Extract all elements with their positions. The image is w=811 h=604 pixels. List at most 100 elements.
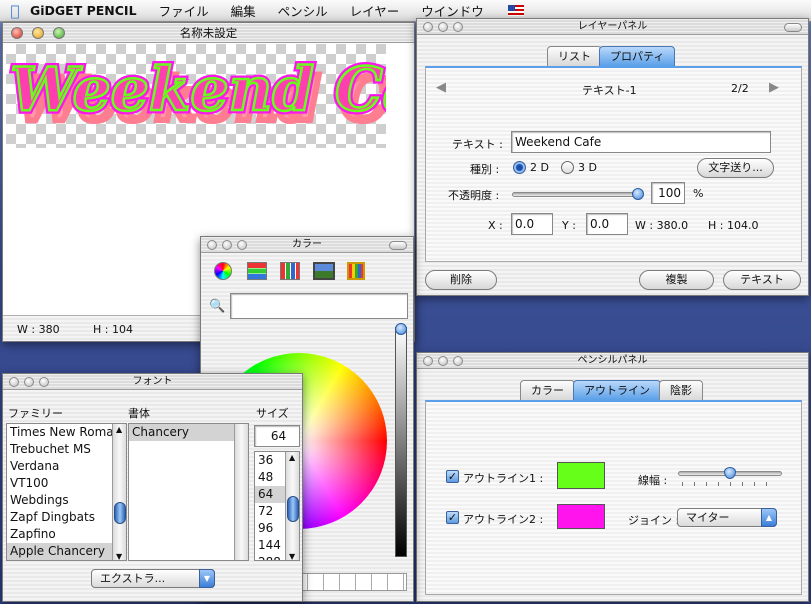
font-panel-titlebar[interactable]: フォント	[3, 374, 302, 390]
join-label: ジョイン :	[628, 514, 680, 527]
svg-text:Weekend Cafe: Weekend Cafe	[10, 55, 386, 125]
minimize-button[interactable]	[32, 27, 44, 39]
list-item[interactable]: Zapfino	[7, 526, 126, 543]
color-search-input[interactable]	[230, 293, 408, 319]
size-scrollbar[interactable]: ▲ ▼	[285, 452, 299, 560]
typeface-scrollbar[interactable]	[234, 424, 248, 560]
zoom-button[interactable]	[39, 377, 49, 387]
list-item[interactable]: Zapf Dingbats	[7, 509, 126, 526]
scroll-down-arrow-icon[interactable]: ▼	[116, 552, 122, 560]
tab-outline[interactable]: アウトライン	[573, 380, 661, 400]
close-button[interactable]	[207, 240, 217, 250]
list-item[interactable]: Trebuchet MS	[7, 441, 126, 458]
layer-index: 2/2	[731, 82, 749, 95]
text-input[interactable]: Weekend Cafe	[511, 131, 771, 153]
family-scrollbar[interactable]: ▲ ▼	[112, 424, 126, 560]
family-scroll-thumb[interactable]	[114, 502, 126, 524]
minimize-button[interactable]	[24, 377, 34, 387]
menu-file[interactable]: ファイル	[159, 1, 209, 20]
text-button[interactable]: テキスト	[723, 270, 801, 290]
list-item[interactable]: Webdings	[7, 492, 126, 509]
tab-shadow[interactable]: 陰影	[659, 380, 703, 400]
list-item[interactable]: Verdana	[7, 458, 126, 475]
next-layer-arrow-icon[interactable]: ▶	[769, 80, 779, 95]
color-wheel-icon[interactable]	[214, 262, 232, 280]
size-list[interactable]: 36 48 64 72 96 144 288 ▲ ▼	[254, 451, 300, 561]
zoom-button[interactable]	[453, 22, 463, 32]
list-item[interactable]: Times New Roman	[7, 424, 126, 441]
y-input[interactable]: 0.0	[586, 213, 628, 235]
opacity-slider-thumb[interactable]	[632, 188, 644, 200]
scroll-up-arrow-icon[interactable]: ▲	[289, 453, 295, 462]
zoom-button[interactable]	[53, 27, 65, 39]
text-field-label: テキスト :	[452, 138, 503, 151]
outline2-label: アウトライン2 :	[463, 513, 544, 526]
x-label: X :	[488, 219, 503, 232]
crayons-icon[interactable]	[347, 262, 365, 280]
pencil-panel-titlebar[interactable]: ペンシルパネル	[417, 353, 808, 369]
image-palette-icon[interactable]	[313, 262, 335, 280]
pencil-panel: ペンシルパネル カラー アウトライン 陰影 ✓ アウトライン1 : 線幅 : ✓…	[416, 352, 809, 602]
previous-layer-arrow-icon[interactable]: ◀	[436, 80, 446, 95]
outline1-checkbox[interactable]: ✓	[446, 470, 459, 483]
menu-pencil[interactable]: ペンシル	[278, 1, 328, 20]
x-input[interactable]: 0.0	[511, 213, 553, 235]
tab-color[interactable]: カラー	[520, 380, 575, 400]
size-input[interactable]: 64	[254, 425, 300, 447]
menu-edit[interactable]: 編集	[231, 1, 256, 20]
font-panel: フォント ファミリー 書体 サイズ Times New Roman Trebuc…	[2, 373, 303, 602]
size-scroll-thumb[interactable]	[287, 496, 299, 522]
tab-list[interactable]: リスト	[547, 46, 602, 66]
outline2-color-swatch[interactable]	[557, 504, 605, 529]
delete-button[interactable]: 削除	[425, 270, 497, 290]
zoom-button[interactable]	[453, 356, 463, 366]
artwork-text-graphic: Weekend Cafe Weekend Cafe Weekend Cafe	[7, 52, 387, 139]
canvas-scrollbar-strip[interactable]	[386, 44, 414, 148]
canvas-width-readout: W : 380	[17, 323, 60, 336]
scroll-down-arrow-icon[interactable]: ▼	[289, 552, 295, 560]
extras-popup[interactable]: エクストラ... ▼	[91, 569, 215, 588]
zoom-button[interactable]	[237, 240, 247, 250]
brightness-slider-thumb[interactable]	[395, 323, 407, 335]
char-spacing-button[interactable]: 文字送り...	[697, 158, 774, 178]
typeface-list[interactable]: Chancery	[128, 423, 249, 561]
minimize-button[interactable]	[222, 240, 232, 250]
kind-3d-radio[interactable]	[561, 161, 574, 174]
size-header: サイズ	[256, 407, 289, 420]
family-list[interactable]: Times New Roman Trebuchet MS Verdana VT1…	[6, 423, 127, 561]
close-button[interactable]	[423, 22, 433, 32]
close-button[interactable]	[9, 377, 19, 387]
app-menu[interactable]: GiDGET PENCIL	[30, 3, 137, 18]
canvas-window-titlebar[interactable]: 名称未設定	[3, 23, 414, 43]
height-readout: H : 104.0	[708, 219, 759, 232]
list-item-selected[interactable]: Apple Chancery	[7, 543, 126, 560]
y-label: Y :	[562, 219, 576, 232]
us-flag-input-menu-icon[interactable]	[507, 5, 524, 16]
toolbar-toggle-button[interactable]	[389, 241, 407, 250]
list-item-selected[interactable]: Chancery	[129, 424, 248, 441]
minimize-button[interactable]	[438, 356, 448, 366]
outline2-checkbox[interactable]: ✓	[446, 511, 459, 524]
color-sliders-icon[interactable]	[247, 262, 267, 280]
minimize-button[interactable]	[438, 22, 448, 32]
close-button[interactable]	[11, 27, 23, 39]
line-width-slider-thumb[interactable]	[724, 467, 736, 479]
brightness-slider[interactable]	[395, 327, 407, 557]
toolbar-toggle-button[interactable]	[784, 23, 802, 32]
opacity-input[interactable]: 100	[651, 182, 685, 204]
color-palettes-icon[interactable]	[280, 262, 300, 280]
color-panel-titlebar[interactable]: カラー	[201, 237, 413, 253]
close-button[interactable]	[423, 356, 433, 366]
menu-layer[interactable]: レイヤー	[350, 1, 400, 20]
scroll-up-arrow-icon[interactable]: ▲	[116, 425, 122, 434]
opacity-slider[interactable]	[512, 192, 642, 197]
apple-menu-icon[interactable]: 	[0, 2, 30, 20]
list-item[interactable]: VT100	[7, 475, 126, 492]
tab-properties[interactable]: プロパティ	[599, 46, 676, 66]
duplicate-button[interactable]: 複製	[639, 270, 714, 290]
layer-panel-titlebar[interactable]: レイヤーパネル	[417, 19, 808, 35]
artwork-canvas[interactable]: Weekend Cafe Weekend Cafe Weekend Cafe	[6, 44, 386, 148]
join-popup[interactable]: マイター ▲	[677, 508, 777, 527]
outline1-color-swatch[interactable]	[557, 462, 605, 489]
kind-2d-radio[interactable]	[513, 161, 526, 174]
